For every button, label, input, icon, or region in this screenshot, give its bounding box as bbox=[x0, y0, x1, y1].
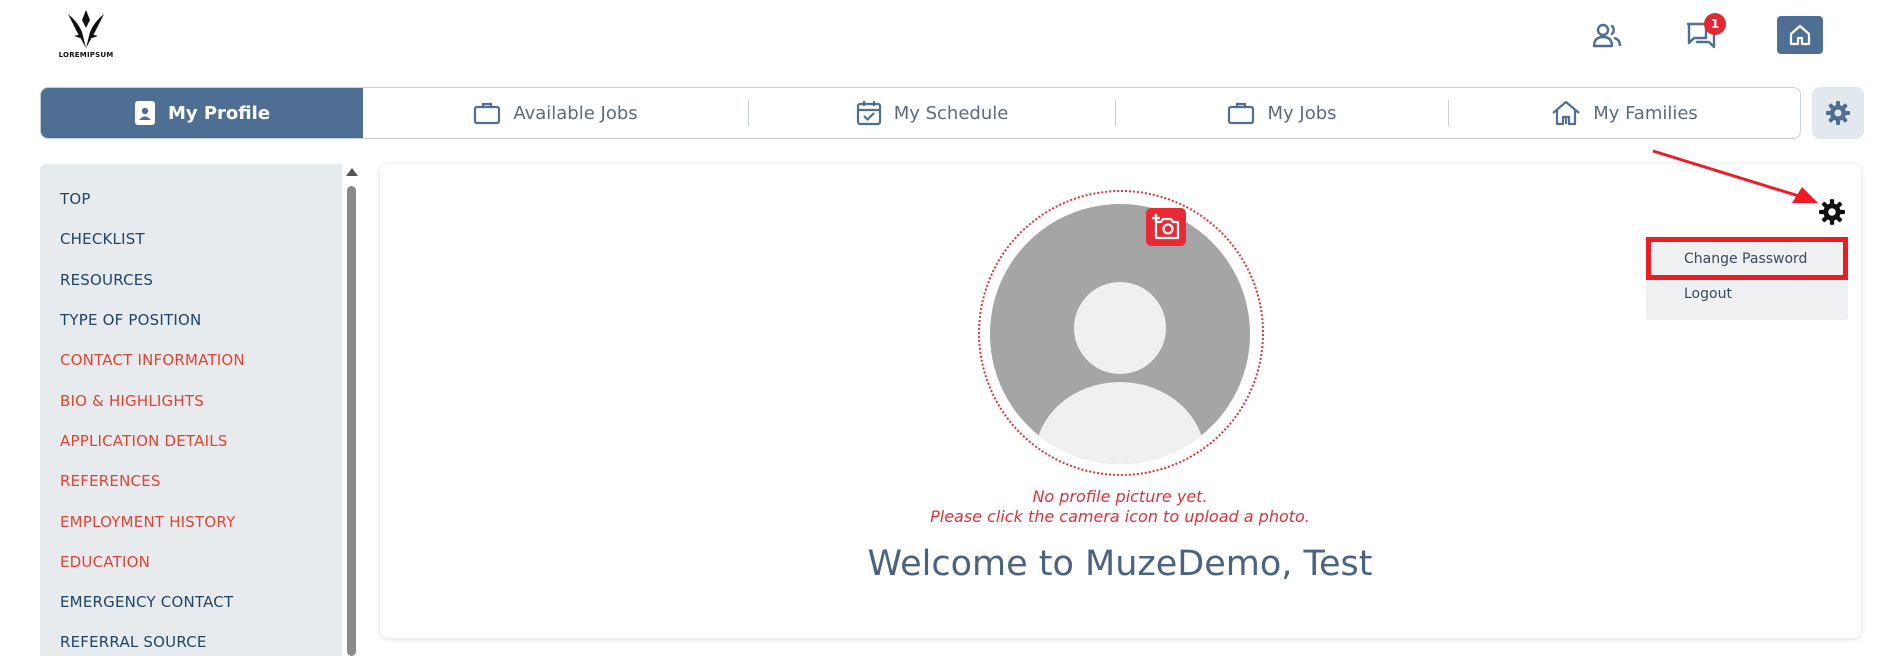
annotation-arrow-icon bbox=[1652, 149, 1818, 203]
chat-icon[interactable]: 1 bbox=[1684, 13, 1726, 52]
gear-icon bbox=[1826, 101, 1850, 125]
sidebar-item-bio-highlights[interactable]: BIO & HIGHLIGHTS bbox=[40, 380, 342, 420]
sidebar-item-checklist[interactable]: CHECKLIST bbox=[40, 219, 342, 259]
sidebar-item-references[interactable]: REFERENCES bbox=[40, 461, 342, 501]
tab-my-schedule[interactable]: My Schedule bbox=[749, 88, 1115, 138]
sidebar-item-resources[interactable]: RESOURCES bbox=[40, 260, 342, 300]
tab-label: My Schedule bbox=[893, 102, 1009, 124]
gear-icon bbox=[1819, 199, 1845, 225]
avatar-head-shape bbox=[1074, 282, 1166, 374]
tab-my-jobs[interactable]: My Jobs bbox=[1116, 88, 1448, 138]
no-picture-message: No profile picture yet. bbox=[1032, 487, 1208, 506]
page: LOREMIPSUM 1 My Profile Available Jobs M… bbox=[0, 0, 1901, 656]
camera-plus-icon bbox=[1152, 214, 1180, 240]
sidebar-item-emergency-contact[interactable]: EMERGENCY CONTACT bbox=[40, 582, 342, 622]
brand-logo[interactable]: LOREMIPSUM bbox=[58, 8, 114, 60]
sidebar-item-application-details[interactable]: APPLICATION DETAILS bbox=[40, 421, 342, 461]
scroll-thumb[interactable] bbox=[347, 186, 356, 656]
sidebar-scrollbar[interactable] bbox=[344, 164, 358, 656]
tab-label: My Profile bbox=[167, 102, 271, 124]
sidebar-item-employment-history[interactable]: EMPLOYMENT HISTORY bbox=[40, 501, 342, 541]
avatar-placeholder bbox=[990, 204, 1250, 464]
logout-menu-item[interactable]: Logout bbox=[1684, 286, 1732, 302]
calendar-check-icon bbox=[856, 101, 881, 126]
sidebar-item-contact-information[interactable]: CONTACT INFORMATION bbox=[40, 340, 342, 380]
sidebar-item-education[interactable]: EDUCATION bbox=[40, 542, 342, 582]
tab-available-jobs[interactable]: Available Jobs bbox=[363, 88, 748, 138]
avatar-body-shape bbox=[1035, 382, 1205, 464]
house-icon bbox=[1552, 100, 1580, 126]
profile-card-icon bbox=[134, 101, 155, 125]
upload-instructions: Please click the camera icon to upload a… bbox=[930, 507, 1310, 526]
notification-badge: 1 bbox=[1704, 13, 1726, 35]
tab-label: My Jobs bbox=[1267, 102, 1337, 124]
tab-my-families[interactable]: My Families bbox=[1449, 88, 1800, 138]
briefcase-icon bbox=[1228, 102, 1255, 125]
home-button[interactable] bbox=[1777, 16, 1823, 54]
users-glyph-icon bbox=[1592, 23, 1622, 48]
scroll-up-arrow-icon[interactable] bbox=[346, 168, 358, 176]
annotation-highlight-box bbox=[1646, 237, 1848, 280]
sidebar-item-referral-source[interactable]: REFERRAL SOURCE bbox=[40, 622, 342, 656]
main-tab-bar: My Profile Available Jobs My Schedule My… bbox=[40, 87, 1801, 139]
profile-section-nav: TOP CHECKLIST RESOURCES TYPE OF POSITION… bbox=[40, 164, 342, 656]
sidebar-item-type-of-position[interactable]: TYPE OF POSITION bbox=[40, 300, 342, 340]
settings-button[interactable] bbox=[1812, 87, 1864, 139]
logo-text: LOREMIPSUM bbox=[58, 51, 114, 59]
welcome-heading: Welcome to MuzeDemo, Test bbox=[867, 544, 1373, 584]
profile-settings-gear[interactable] bbox=[1818, 198, 1846, 226]
home-icon bbox=[1789, 24, 1811, 46]
users-icon[interactable] bbox=[1590, 18, 1624, 52]
tab-label: My Families bbox=[1593, 102, 1698, 124]
logo-mark-icon bbox=[68, 10, 104, 48]
tab-my-profile[interactable]: My Profile bbox=[41, 88, 363, 138]
tab-label: Available Jobs bbox=[513, 102, 638, 124]
upload-photo-button[interactable] bbox=[1146, 208, 1186, 246]
sidebar-item-top[interactable]: TOP bbox=[40, 179, 342, 219]
briefcase-icon bbox=[474, 102, 501, 125]
